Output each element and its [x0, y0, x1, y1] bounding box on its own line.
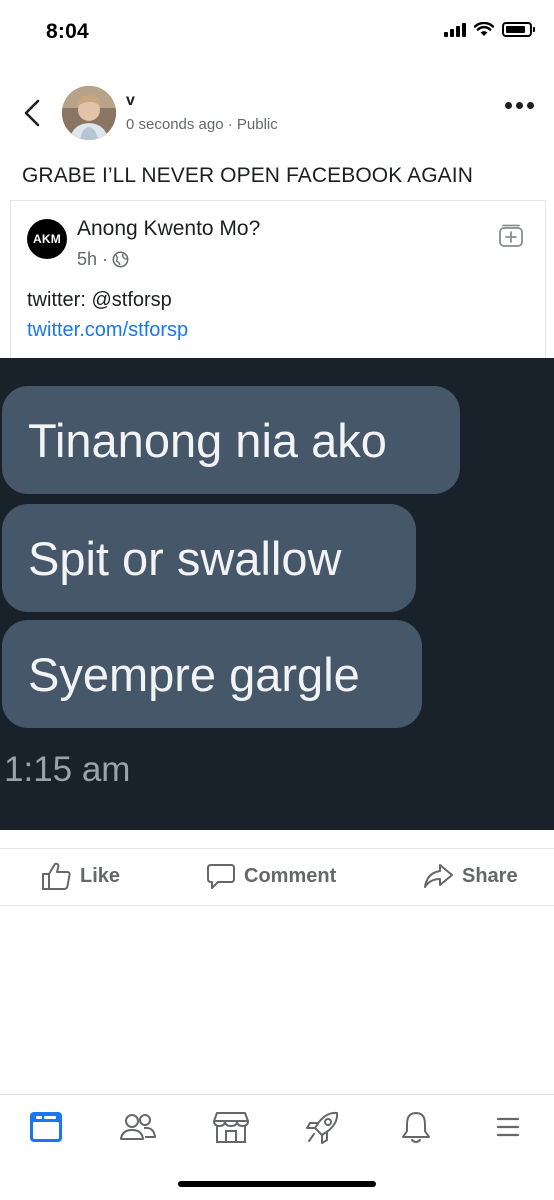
- poster-name[interactable]: v: [126, 92, 135, 110]
- status-bar: 8:04: [0, 0, 554, 66]
- notifications-bell-icon[interactable]: [396, 1107, 436, 1147]
- comment-icon: [207, 864, 235, 889]
- status-time: 8:04: [46, 20, 89, 43]
- globe-icon: [112, 251, 129, 268]
- wifi-icon: [474, 22, 494, 36]
- news-feed-icon[interactable]: [26, 1107, 66, 1147]
- post-action-bar: Like Comment Share: [0, 848, 554, 906]
- share-arrow-icon: [424, 864, 453, 888]
- chat-bubble: Tinanong nia ako: [2, 386, 460, 494]
- thumbs-up-icon: [42, 862, 71, 890]
- marketplace-icon[interactable]: [211, 1107, 251, 1147]
- home-indicator: [178, 1181, 376, 1187]
- share-label: Share: [462, 864, 518, 887]
- post-text: GRABE I’LL NEVER OPEN FACEBOOK AGAIN: [22, 164, 473, 187]
- avatar[interactable]: [62, 86, 116, 140]
- post-image[interactable]: Tinanong nia ako Spit or swallow Syempre…: [0, 358, 554, 830]
- rocket-icon[interactable]: [303, 1107, 343, 1147]
- friends-icon[interactable]: [118, 1107, 158, 1147]
- shared-post-card[interactable]: AKM Anong Kwento Mo? 5h · twitter: @stfo…: [10, 200, 546, 358]
- like-button[interactable]: Like: [40, 861, 120, 891]
- page-name[interactable]: Anong Kwento Mo?: [77, 217, 260, 241]
- page-time-label: 5h ·: [77, 249, 109, 269]
- like-label: Like: [80, 864, 121, 887]
- comment-button[interactable]: Comment: [206, 861, 336, 891]
- battery-icon: [502, 22, 535, 37]
- post-header: v 0 seconds ago · Public: [0, 82, 554, 144]
- page-avatar[interactable]: AKM: [27, 219, 67, 259]
- post-meta: 0 seconds ago · Public: [126, 116, 278, 133]
- shared-text: twitter: @stforsp: [27, 289, 172, 311]
- cellular-signal-icon: [444, 22, 466, 37]
- share-button[interactable]: Share: [422, 861, 518, 891]
- chat-bubble: Syempre gargle: [2, 620, 422, 728]
- chat-bubble: Spit or swallow: [2, 504, 416, 612]
- more-dots-icon[interactable]: [505, 102, 534, 109]
- save-add-icon[interactable]: [497, 221, 525, 249]
- message-timestamp: 1:15 am: [4, 750, 131, 789]
- status-icons: [444, 22, 535, 37]
- menu-icon[interactable]: [488, 1107, 528, 1147]
- back-chevron-icon[interactable]: [18, 96, 46, 130]
- page-time: 5h ·: [77, 249, 129, 270]
- comment-label: Comment: [244, 864, 337, 887]
- shared-link[interactable]: twitter.com/stforsp: [27, 319, 188, 342]
